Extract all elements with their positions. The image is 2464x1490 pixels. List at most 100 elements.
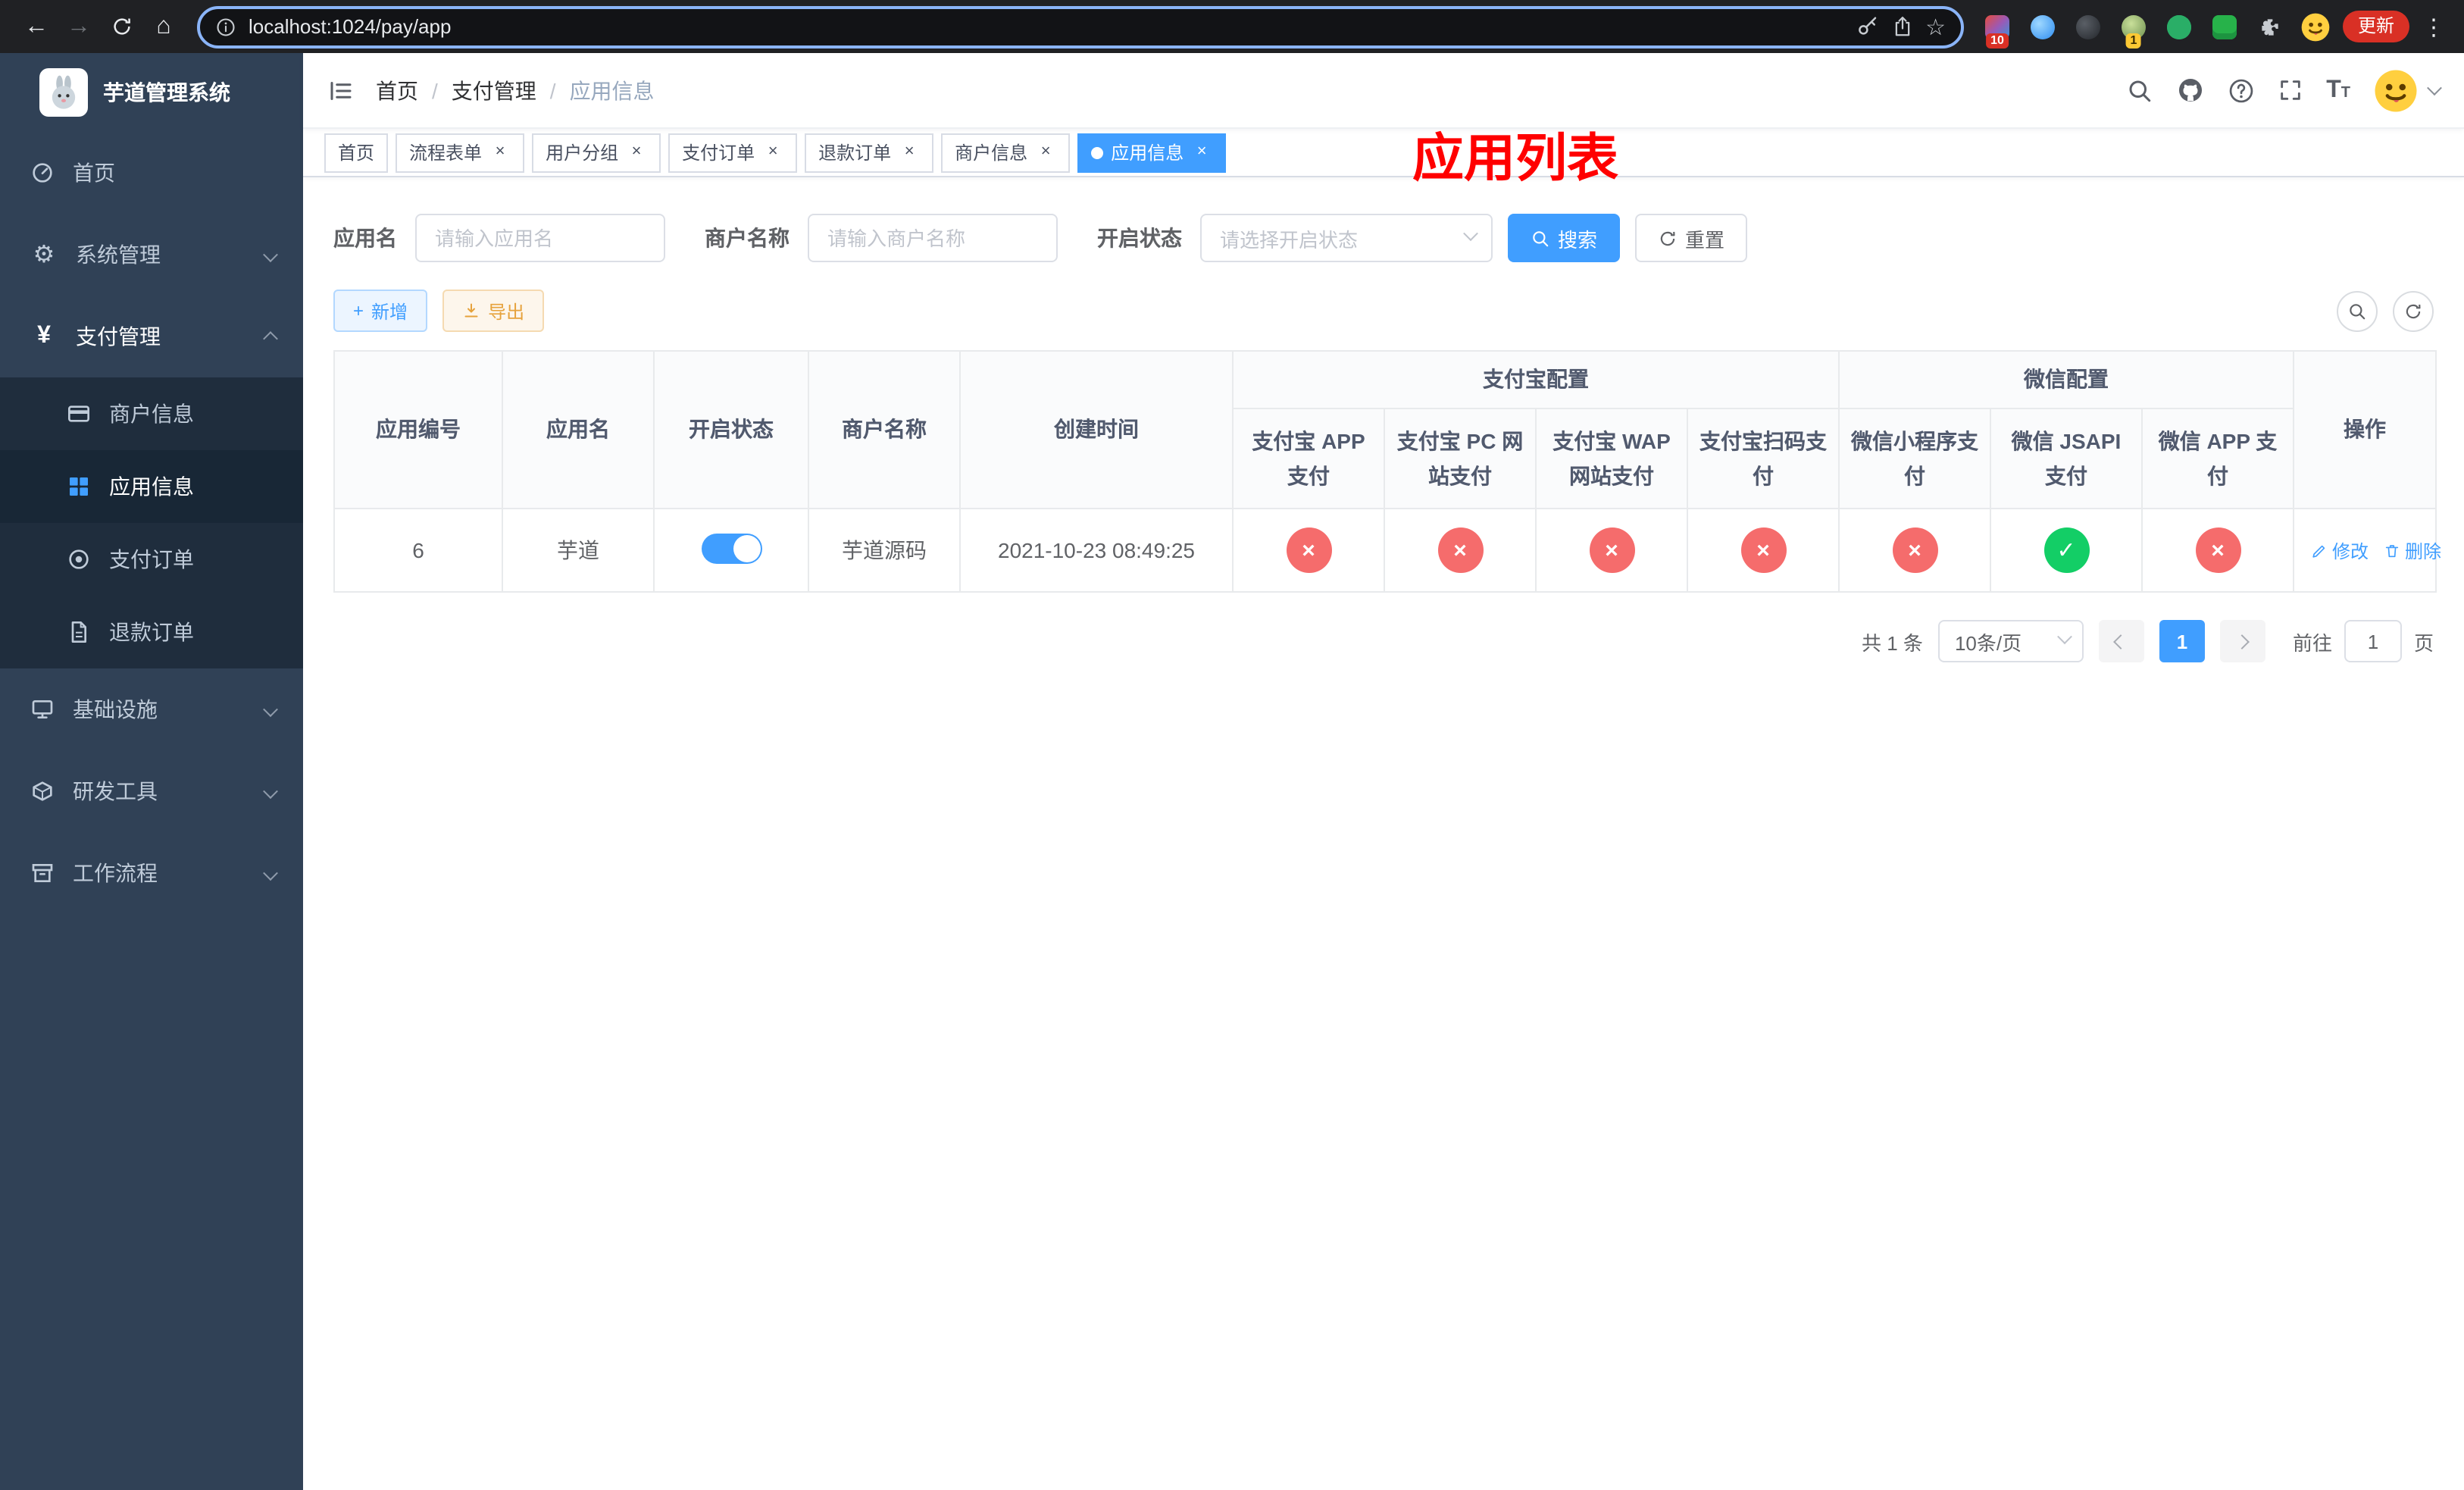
close-icon[interactable]: × (1191, 142, 1212, 163)
refresh-table-button[interactable] (2393, 290, 2434, 331)
extension-dark-icon[interactable] (2070, 8, 2106, 45)
tags-view-bar: 首页 流程表单 × 用户分组 × 支付订单 × 退款订单 × 商户信息 × 应用… (303, 129, 2464, 177)
filter-label: 应用名 (333, 226, 397, 250)
sidebar-item-label: 退款订单 (109, 620, 194, 644)
extension-avatar-icon[interactable]: 1 (2115, 8, 2152, 48)
pagination-total: 共 1 条 (1862, 631, 1923, 654)
extension-adblock-icon[interactable]: 10 (1979, 8, 2015, 48)
github-icon[interactable] (2176, 76, 2205, 105)
breadcrumb-home[interactable]: 首页 (376, 75, 418, 105)
tab-app-info[interactable]: 应用信息 × (1077, 133, 1227, 172)
sidebar-item-home[interactable]: 首页 (0, 132, 303, 214)
app-table: 应用编号 应用名 开启状态 商户名称 创建时间 支付宝配置 微信配置 操作 支付… (333, 350, 2441, 593)
browser-update-button[interactable]: 更新 (2342, 11, 2409, 42)
sidebar-item-merchant-info[interactable]: 商户信息 (0, 377, 303, 450)
search-icon[interactable] (2126, 77, 2153, 104)
tab-refund-orders[interactable]: 退款订单 × (805, 133, 934, 172)
status-toggle[interactable] (701, 533, 761, 563)
extension-book-icon[interactable] (2206, 8, 2243, 45)
top-navbar: 首页 / 支付管理 / 应用信息 TT 应用列表 (303, 53, 2464, 188)
dashboard-icon (30, 161, 55, 185)
close-icon[interactable]: × (626, 142, 647, 163)
share-icon[interactable] (1890, 15, 1913, 38)
prev-page-button[interactable] (2098, 620, 2144, 662)
main-area: 首页 / 支付管理 / 应用信息 TT 应用列表 首页 流程表单 × 用户分组 … (303, 53, 2464, 1490)
status-select[interactable]: 请选择开启状态 (1200, 214, 1493, 262)
browser-home-button[interactable]: ⌂ (142, 5, 185, 48)
reset-button[interactable]: 重置 (1635, 214, 1748, 262)
user-menu[interactable] (2373, 67, 2442, 113)
merchant-name-input[interactable] (808, 214, 1058, 262)
status-circle-icon: × (2195, 527, 2240, 573)
col-wx-lite: 微信小程序支付 (1838, 408, 1991, 509)
edit-link[interactable]: 修改 (2311, 537, 2369, 563)
sidebar-item-app-info[interactable]: 应用信息 (0, 450, 303, 523)
circle-record-icon (67, 547, 91, 571)
font-size-icon[interactable]: TT (2326, 77, 2350, 102)
status-circle-icon: × (1286, 527, 1331, 573)
filter-merchant: 商户名称 (680, 214, 1058, 262)
close-icon[interactable]: × (762, 142, 783, 163)
browser-toolbar: ← → ⌂ localhost:1024/pay/app ☆ 10 1 更新 ⋮ (0, 0, 2464, 53)
cell-status (653, 508, 809, 593)
next-page-button[interactable] (2219, 620, 2265, 662)
user-avatar[interactable] (2373, 67, 2419, 113)
col-alipay-scan: 支付宝扫码支付 (1687, 408, 1840, 509)
page-number-1[interactable]: 1 (2159, 620, 2205, 662)
tab-home[interactable]: 首页 (324, 133, 389, 172)
tab-payment-orders[interactable]: 支付订单 × (668, 133, 798, 172)
toggle-search-button[interactable] (2337, 290, 2378, 331)
chevron-down-icon (263, 861, 278, 885)
extension-wechat-icon[interactable] (2161, 8, 2197, 45)
help-icon[interactable] (2228, 77, 2255, 104)
sidebar-item-dev-tools[interactable]: 研发工具 (0, 750, 303, 832)
tab-user-group[interactable]: 用户分组 × (532, 133, 661, 172)
extension-gem-icon[interactable] (2025, 8, 2061, 45)
tab-process-form[interactable]: 流程表单 × (396, 133, 525, 172)
tab-merchant-info[interactable]: 商户信息 × (941, 133, 1071, 172)
table-row: 6 芋道 芋道源码 2021-10-23 08:49:25 × × × × × … (333, 508, 2441, 593)
browser-menu-icon[interactable]: ⋮ (2419, 13, 2449, 40)
trash-icon (2384, 542, 2400, 559)
cell-app-name: 芋道 (502, 508, 655, 593)
address-bar[interactable]: localhost:1024/pay/app ☆ (197, 5, 1964, 48)
sidebar-fold-icon[interactable] (327, 77, 355, 104)
export-button[interactable]: 导出 (442, 290, 545, 332)
password-key-icon[interactable] (1856, 15, 1878, 38)
browser-forward-button[interactable]: → (58, 5, 100, 48)
chevron-down-icon (263, 697, 278, 722)
add-button[interactable]: + 新增 (333, 290, 428, 332)
page-unit-label: 页 (2413, 631, 2434, 654)
delete-link[interactable]: 删除 (2384, 537, 2441, 563)
sidebar-item-refund-orders[interactable]: 退款订单 (0, 596, 303, 668)
browser-back-button[interactable]: ← (15, 5, 58, 48)
close-icon[interactable]: × (1035, 142, 1056, 163)
col-status: 开启状态 (653, 350, 809, 509)
close-icon[interactable]: × (899, 142, 920, 163)
sidebar-logo[interactable]: 芋道管理系统 (0, 53, 303, 132)
breadcrumb-payment[interactable]: 支付管理 (452, 75, 536, 105)
app-name-input[interactable] (415, 214, 665, 262)
sidebar-item-label: 应用信息 (109, 474, 194, 499)
bookmark-star-icon[interactable]: ☆ (1925, 13, 1946, 40)
url-text[interactable]: localhost:1024/pay/app (249, 15, 451, 38)
close-icon[interactable]: × (489, 142, 511, 163)
col-merchant: 商户名称 (808, 350, 961, 509)
browser-reload-button[interactable] (100, 5, 142, 48)
monitor-icon (30, 697, 55, 722)
fullscreen-icon[interactable] (2278, 77, 2303, 103)
page-size-select[interactable]: 10条/页 (1937, 620, 2084, 662)
gear-icon: ⚙ (33, 243, 55, 268)
search-button[interactable]: 搜索 (1508, 214, 1621, 262)
sidebar-item-infrastructure[interactable]: 基础设施 (0, 668, 303, 750)
sidebar-item-workflow[interactable]: 工作流程 (0, 832, 303, 914)
cell-alipay-pc: × (1384, 508, 1537, 593)
site-info-icon[interactable] (215, 16, 236, 37)
extensions-puzzle-icon[interactable] (2252, 8, 2288, 45)
sidebar-item-payment[interactable]: ¥ 支付管理 (0, 296, 303, 377)
goto-page-input[interactable] (2344, 620, 2402, 662)
browser-profile-avatar[interactable] (2297, 8, 2334, 45)
sidebar-item-payment-orders[interactable]: 支付订单 (0, 523, 303, 596)
sidebar-item-system[interactable]: ⚙ 系统管理 (0, 214, 303, 296)
table-toolbar: + 新增 导出 (333, 290, 2434, 332)
